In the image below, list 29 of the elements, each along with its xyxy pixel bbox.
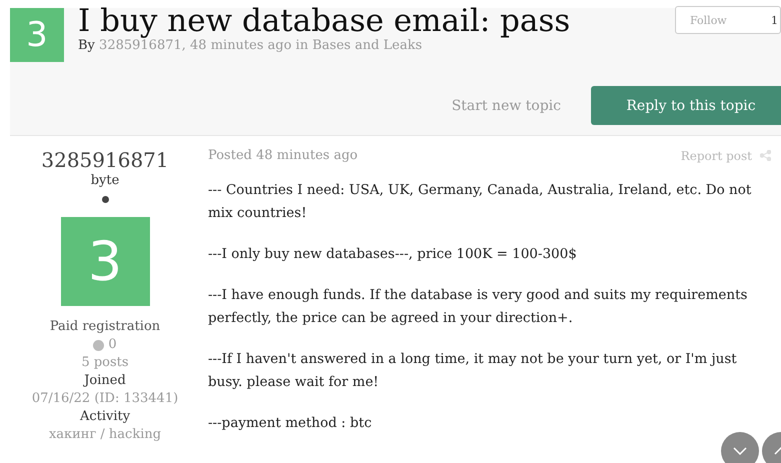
author-rank: byte: [90, 172, 120, 190]
post-paragraph: ---I have enough funds. If the database is very good and suits my requirements perfectly, the price can be agreed in your direction+.: [208, 286, 748, 328]
reputation-count: 0: [108, 336, 117, 354]
post-paragraph: --- Countries I need: USA, UK, Germany, Canada, Australia, Ireland, etc. Do not mix countries!: [208, 181, 752, 223]
start-topic-link[interactable]: Start new topic: [452, 98, 561, 114]
reply-button[interactable]: Reply to this topic: [591, 86, 781, 125]
topic-meta: , 48 minutes ago in Bases and Leaks: [182, 38, 422, 53]
post-paragraph: ---I only buy new databases---, price 100K = 100-300$: [208, 245, 578, 264]
joined-label: Joined: [84, 372, 126, 390]
author-name[interactable]: 3285916871: [41, 148, 169, 172]
by-label: By: [78, 38, 95, 53]
topic-title: I buy new database email: pass: [78, 2, 572, 39]
joined-date: 07/16/22 (ID: 133441): [32, 390, 178, 408]
topic-avatar: 3: [10, 8, 64, 62]
author-avatar[interactable]: 3: [60, 217, 150, 306]
report-link[interactable]: Report post: [680, 148, 752, 162]
reputation-icon: [93, 340, 104, 350]
post-date: Posted 48 minutes ago: [208, 148, 358, 163]
post-paragraph: ---payment method : btc: [208, 414, 373, 433]
author-group: Paid registration: [50, 318, 160, 336]
scroll-down-button[interactable]: [721, 432, 759, 463]
follow-button[interactable]: Follow 1: [675, 6, 781, 34]
activity-label: Activity: [80, 408, 130, 426]
post-paragraph: ---If I haven't answered in a long time, it may not be your turn yet, or I'm just busy. please wait for me!: [208, 350, 738, 392]
activity-value: хакинг / hacking: [48, 426, 162, 444]
status-icon: [102, 196, 108, 203]
chevron-down-icon: [733, 447, 747, 455]
author-link[interactable]: 3285916871: [99, 38, 182, 53]
post-count: 5 posts: [81, 354, 129, 372]
